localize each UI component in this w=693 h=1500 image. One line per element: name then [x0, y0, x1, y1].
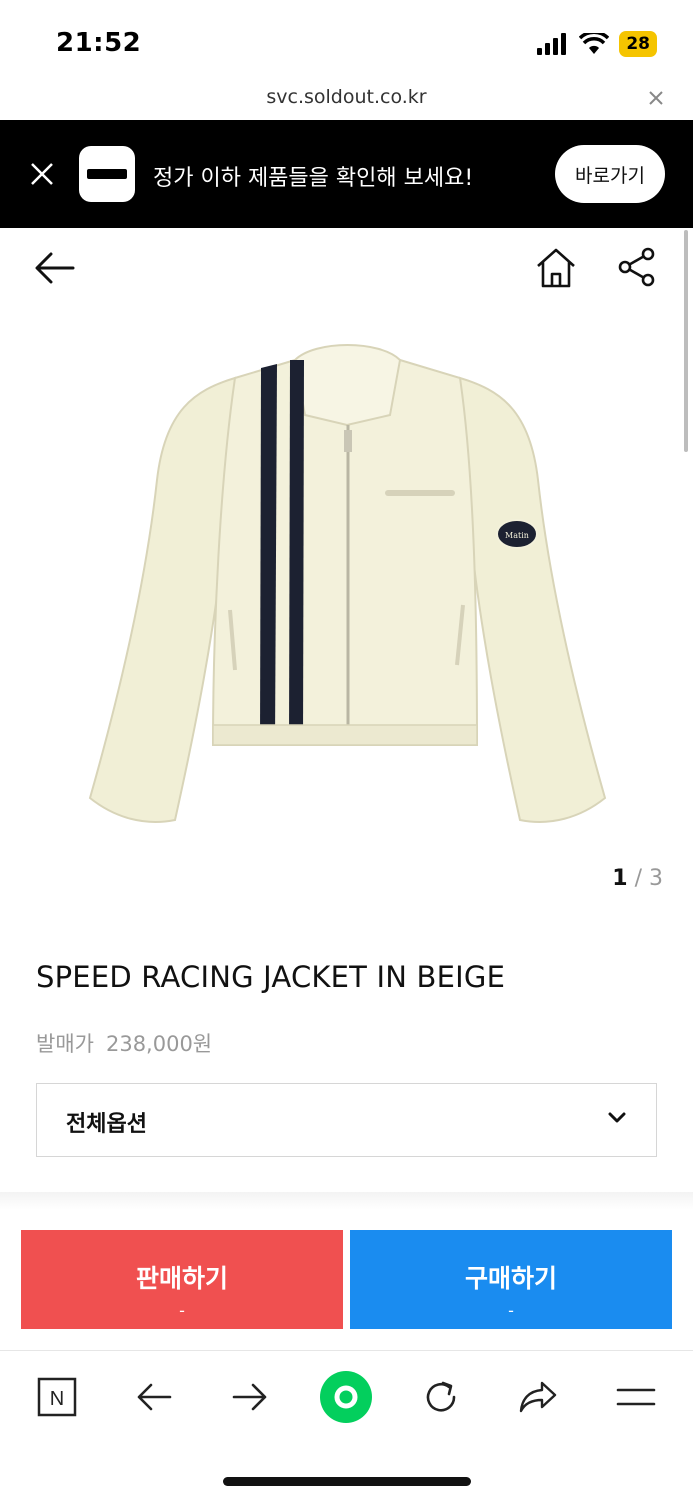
price-value: 238,000원	[105, 1032, 213, 1056]
status-bar: 21:52 28	[0, 0, 693, 84]
image-pager: 1 / 3	[612, 866, 663, 891]
status-time: 21:52	[56, 28, 142, 58]
option-label: 전체옵션	[66, 1112, 147, 1137]
sell-button[interactable]: 판매하기 -	[21, 1230, 343, 1329]
sell-label: 판매하기	[135, 1264, 228, 1293]
home-indicator[interactable]	[223, 1477, 471, 1486]
close-icon[interactable]	[28, 160, 56, 188]
home-icon[interactable]	[534, 246, 578, 290]
pager-separator: /	[634, 866, 642, 891]
logo-bar	[87, 169, 127, 179]
forward-icon[interactable]	[228, 1375, 272, 1419]
close-icon[interactable]	[645, 86, 667, 110]
back-icon[interactable]	[132, 1375, 176, 1419]
battery-indicator: 28	[619, 31, 657, 57]
green-dot-icon[interactable]	[318, 1369, 374, 1425]
go-now-button[interactable]: 바로가기	[555, 145, 665, 203]
pager-current: 1	[612, 866, 628, 891]
pager-total: 3	[649, 866, 663, 891]
promo-message: 정가 이하 제품들을 확인해 보세요!	[153, 166, 474, 191]
wifi-icon	[579, 33, 610, 54]
reload-icon[interactable]	[419, 1375, 463, 1419]
share-icon[interactable]	[516, 1375, 560, 1419]
app-logo	[79, 146, 135, 202]
signal-icon	[537, 33, 567, 55]
share-icon[interactable]	[616, 246, 658, 288]
url-bar[interactable]: svc.soldout.co.kr	[0, 84, 693, 120]
release-price: 발매가 238,000원	[36, 1028, 212, 1058]
product-title: SPEED RACING JACKET IN BEIGE	[36, 960, 506, 994]
product-image[interactable]: Matin	[85, 330, 610, 840]
option-dropdown[interactable]: 전체옵션	[36, 1083, 657, 1157]
sleeve-patch-text: Matin	[505, 531, 529, 540]
buy-price: -	[508, 1301, 514, 1320]
price-label: 발매가	[36, 1032, 94, 1056]
chevron-down-icon	[608, 1112, 626, 1123]
buy-label: 구매하기	[464, 1264, 557, 1293]
section-divider	[0, 1192, 693, 1210]
naver-icon[interactable]: N	[35, 1375, 79, 1419]
browser-toolbar: N	[0, 1350, 693, 1440]
scroll-indicator	[684, 230, 688, 452]
buy-button[interactable]: 구매하기 -	[350, 1230, 672, 1329]
promo-banner: 정가 이하 제품들을 확인해 보세요! 바로가기	[0, 120, 693, 228]
menu-icon[interactable]	[614, 1375, 658, 1419]
url-text[interactable]: svc.soldout.co.kr	[0, 86, 693, 108]
svg-text:N: N	[50, 1388, 64, 1410]
sell-price: -	[179, 1301, 185, 1320]
back-arrow-icon[interactable]	[33, 248, 77, 288]
status-icons: 28	[537, 30, 657, 58]
